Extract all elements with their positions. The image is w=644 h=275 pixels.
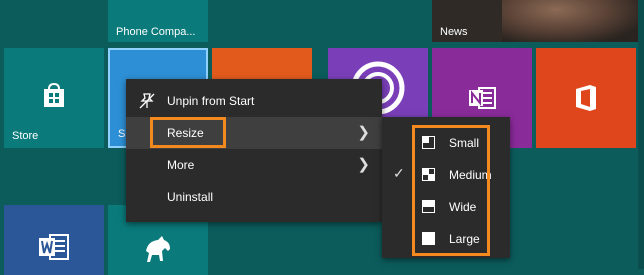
chevron-right-icon: ❯ xyxy=(357,124,370,141)
unpin-icon xyxy=(138,92,156,110)
tile-label-store: Store xyxy=(12,130,39,142)
scrollbar[interactable] xyxy=(638,0,644,269)
tile-phone-companion[interactable]: Phone Compa... xyxy=(108,0,208,42)
chevron-right-icon: ❯ xyxy=(357,156,370,173)
menu-item-unpin-from-start[interactable]: Unpin from Start xyxy=(126,85,382,117)
menu-label-uninstall: Uninstall xyxy=(167,190,214,204)
store-icon xyxy=(37,78,71,112)
horse-icon xyxy=(138,231,178,271)
menu-label-unpin: Unpin from Start xyxy=(167,94,255,108)
tile-store[interactable]: Store xyxy=(4,48,104,148)
news-photo xyxy=(502,0,638,42)
tile-word[interactable] xyxy=(4,205,104,275)
menu-label-more: More xyxy=(167,158,195,172)
tile-label-phone-companion: Phone Compa... xyxy=(116,26,196,38)
office-icon xyxy=(570,82,602,114)
check-icon: ✓ xyxy=(393,165,405,181)
menu-item-uninstall[interactable]: Uninstall xyxy=(126,181,382,213)
submenu-highlight-box xyxy=(412,125,490,256)
menu-item-more[interactable]: More ❯ xyxy=(126,149,382,181)
tile-office[interactable] xyxy=(536,48,636,148)
resize-highlight-box xyxy=(150,117,226,148)
tile-context-menu: Unpin from Start Resize ❯ More ❯ Uninsta… xyxy=(126,79,382,222)
tile-news[interactable]: News xyxy=(432,0,638,42)
word-icon xyxy=(36,229,72,265)
tile-label-news: News xyxy=(440,26,468,38)
onenote-icon xyxy=(466,82,498,114)
